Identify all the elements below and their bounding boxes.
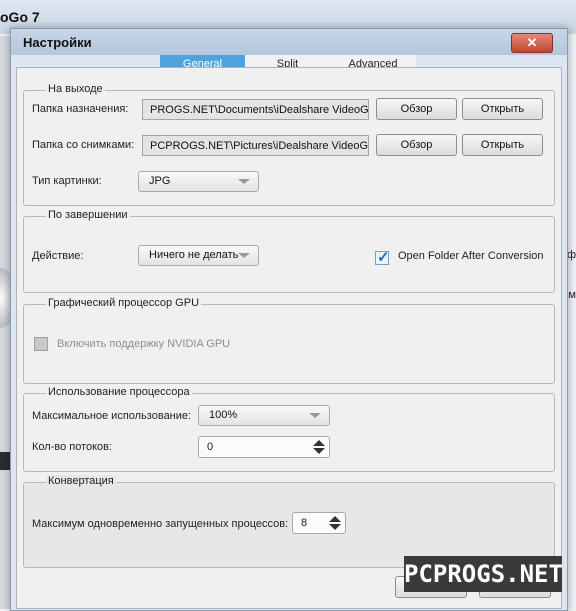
action-label: Действие: (32, 250, 84, 262)
action-value: Ничего не делать (149, 249, 239, 261)
destination-folder-field[interactable]: PROGS.NET\Documents\iDealshare VideoGo (142, 99, 369, 120)
gpu-checkbox-label: Включить поддержку NVIDIA GPU (57, 338, 231, 350)
dialog-titlebar: Настройки ✕ (11, 29, 567, 55)
chevron-down-icon (238, 253, 250, 258)
chevron-down-icon (238, 179, 250, 184)
output-group-title: На выходе (46, 83, 105, 95)
max-usage-value: 100% (209, 409, 238, 421)
output-group: На выходе Папка назначения: PROGS.NET\Do… (23, 83, 555, 206)
image-type-value: JPG (149, 175, 171, 187)
arrow-up-icon[interactable] (313, 440, 325, 446)
max-usage-label: Максимальное использование: (32, 410, 192, 422)
dialog-title: Настройки (23, 35, 92, 50)
completion-group-title: По завершении (46, 209, 130, 221)
threads-value: 0 (207, 441, 214, 453)
destination-open-button[interactable]: Открыть (462, 98, 543, 120)
cpu-group: Использование процессора Максимальное ис… (23, 386, 555, 472)
close-icon: ✕ (526, 35, 538, 50)
destination-folder-label: Папка назначения: (32, 103, 129, 115)
dialog-content: На выходе Папка назначения: PROGS.NET\Do… (16, 67, 562, 609)
checkmark-icon: ✓ (377, 249, 390, 266)
snapshots-open-button[interactable]: Открыть (462, 134, 543, 156)
max-usage-select[interactable]: 100% (198, 405, 330, 426)
arrow-down-icon[interactable] (313, 448, 325, 454)
completion-group: По завершении Действие: Ничего не делать… (23, 209, 555, 293)
threads-label: Кол-во потоков: (32, 441, 113, 453)
close-button[interactable]: ✕ (511, 33, 553, 53)
gpu-group-title: Графический процессор GPU (46, 297, 202, 309)
background-play-icon (0, 452, 10, 470)
open-folder-checkbox[interactable]: ✓ (375, 249, 390, 266)
snapshots-folder-field[interactable]: PCPROGS.NET\Pictures\iDealshare VideoGo (142, 135, 369, 156)
open-folder-label[interactable]: Open Folder After Conversion (398, 250, 544, 262)
watermark-logo: PCPROGS.NET (404, 556, 563, 592)
snapshots-folder-label: Папка со снимками: (32, 139, 135, 151)
arrow-up-icon[interactable] (329, 516, 341, 522)
action-select[interactable]: Ничего не делать (138, 245, 259, 266)
chevron-down-icon (309, 413, 321, 418)
cpu-group-title: Использование процессора (46, 386, 192, 398)
destination-browse-button[interactable]: Обзор (376, 98, 457, 120)
snapshots-browse-button[interactable]: Обзор (376, 134, 457, 156)
gpu-group: Графический процессор GPU Включить подде… (23, 297, 555, 384)
settings-dialog: Настройки ✕ General Split Advanced На вы… (10, 28, 568, 611)
background-right-text-1: ф (566, 249, 576, 261)
gpu-checkbox[interactable] (34, 337, 48, 351)
conversion-group-title: Конвертация (46, 475, 116, 487)
max-processes-value: 8 (301, 517, 308, 529)
image-type-select[interactable]: JPG (138, 171, 259, 192)
max-processes-label: Максимум одновременно запущенных процесс… (32, 518, 289, 530)
threads-stepper[interactable]: 0 (198, 436, 330, 458)
arrow-down-icon[interactable] (329, 524, 341, 530)
image-type-label: Тип картинки: (32, 175, 102, 187)
background-app-title: oGo 7 (0, 9, 40, 25)
max-processes-stepper[interactable]: 8 (292, 512, 346, 534)
